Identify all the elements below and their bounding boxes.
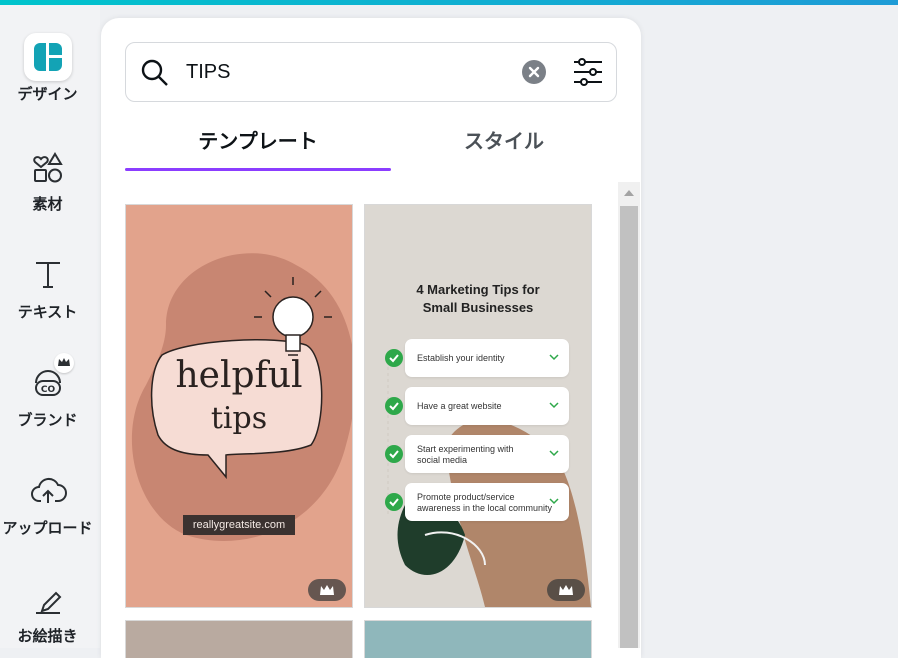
top-accent-bar	[0, 0, 898, 5]
design-icon	[23, 33, 72, 81]
clear-search-button[interactable]	[522, 60, 546, 84]
scrollbar[interactable]	[618, 182, 640, 648]
search-icon	[140, 58, 170, 92]
template-title-line: Small Businesses	[422, 300, 534, 315]
template-title-tips: tips	[210, 401, 268, 436]
tip-text-line: social media	[417, 455, 468, 465]
template-card-helpful-tips[interactable]: helpful tips reallygreatsite.com	[125, 204, 353, 608]
scrollbar-thumb[interactable]	[620, 206, 638, 648]
check-icon	[385, 445, 403, 463]
chevron-down-icon	[549, 450, 559, 457]
check-icon	[385, 493, 403, 511]
search-input[interactable]	[186, 57, 506, 87]
check-icon	[385, 349, 403, 367]
tip-text: Establish your identity	[417, 353, 505, 363]
sidebar-item-upload[interactable]: アップロード	[0, 467, 95, 538]
upload-icon	[24, 467, 72, 515]
chevron-down-icon	[549, 354, 559, 361]
tip-item: Establish your identity	[405, 339, 569, 377]
sidebar-item-text[interactable]: テキスト	[0, 251, 95, 322]
template-title-line: 4 Marketing Tips for	[416, 282, 540, 297]
tip-text: Start experimenting with social media	[417, 444, 547, 466]
tip-item: Promote product/service awareness in the…	[405, 483, 569, 521]
tip-text: Promote product/service awareness in the…	[417, 492, 557, 514]
tip-item: Have a great website	[405, 387, 569, 425]
scroll-up-arrow-icon[interactable]	[618, 182, 640, 204]
tab-templates[interactable]: テンプレート	[125, 118, 391, 170]
sidebar: デザイン 素材 テキスト CO ブランド アップロード お絵描き	[0, 5, 100, 648]
tab-bar: テンプレート スタイル	[125, 118, 617, 174]
crown-icon	[53, 353, 74, 373]
tab-styles[interactable]: スタイル	[391, 118, 617, 170]
template-card-marketing-tips[interactable]: 4 Marketing Tips for Small Businesses Es…	[364, 204, 592, 608]
template-title: 4 Marketing Tips for Small Businesses	[385, 281, 571, 317]
sidebar-item-draw[interactable]: お絵描き	[0, 575, 95, 646]
text-icon	[24, 251, 72, 299]
active-tab-indicator	[125, 168, 391, 171]
sidebar-item-elements[interactable]: 素材	[0, 143, 95, 214]
filter-settings-button[interactable]	[572, 57, 604, 87]
sidebar-item-label: デザイン	[17, 85, 78, 103]
template-site-label: reallygreatsite.com	[183, 515, 295, 535]
tip-text: Have a great website	[417, 401, 502, 411]
draw-icon	[24, 575, 72, 623]
chevron-down-icon	[549, 402, 559, 409]
template-title-helpful: helpful	[175, 355, 303, 396]
template-card[interactable]	[364, 620, 592, 658]
sidebar-item-label: テキスト	[17, 303, 78, 321]
tip-text-line: Promote product/service	[417, 492, 515, 502]
check-icon	[385, 397, 403, 415]
tip-text-line: Start experimenting with	[417, 444, 514, 454]
chevron-down-icon	[549, 498, 559, 505]
sidebar-item-brand[interactable]: CO ブランド	[0, 353, 95, 430]
sidebar-item-label: 素材	[32, 195, 63, 213]
sidebar-item-label: お絵描き	[17, 627, 78, 645]
elements-icon	[24, 143, 72, 191]
templates-panel: テンプレート スタイル helpful tips reallygreatsite…	[101, 18, 641, 658]
svg-text:CO: CO	[40, 385, 55, 395]
tip-item: Start experimenting with social media	[405, 435, 569, 473]
premium-crown-badge	[308, 579, 346, 601]
sidebar-item-design[interactable]: デザイン	[0, 33, 95, 104]
crown-icon	[320, 585, 334, 595]
brand-icon: CO	[24, 353, 74, 407]
search-box	[125, 42, 617, 102]
sidebar-item-label: アップロード	[2, 519, 93, 537]
premium-crown-badge	[547, 579, 585, 601]
template-card[interactable]	[125, 620, 353, 658]
tip-text-line: awareness in the local community	[417, 503, 553, 513]
sidebar-item-label: ブランド	[17, 411, 78, 429]
crown-icon	[559, 585, 573, 595]
